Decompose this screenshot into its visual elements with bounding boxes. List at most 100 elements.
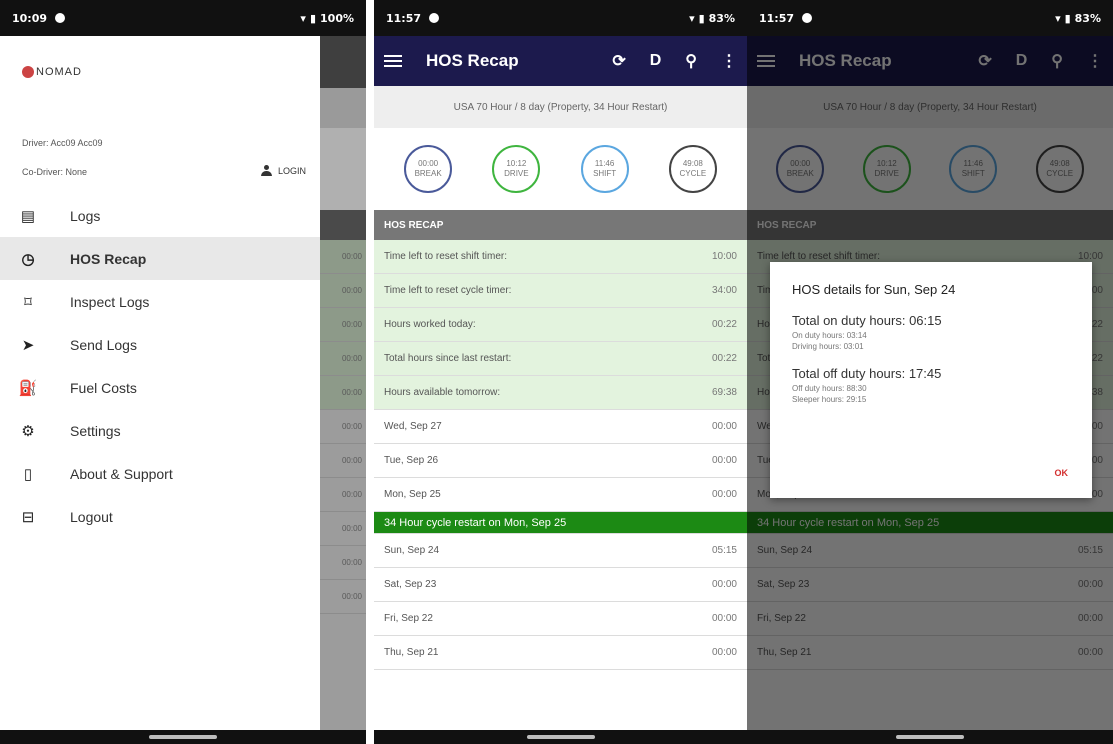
menu-item-label: Fuel Costs [70,379,137,396]
cycle-gauge[interactable]: 49:08 CYCLE [668,145,717,193]
ok-button[interactable]: OK [1055,468,1069,478]
hamburger-menu-icon[interactable] [384,55,402,67]
menu-item-label: Logout [70,508,113,525]
hos-gauges: 00:00BREAK 10:12DRIVE 11:46SHIFT 49:08CY… [374,128,747,210]
day-label: Thu, Sep 21 [384,647,439,658]
recap-row: Time left to reset shift timer: 10:00 [374,240,747,274]
menu-item-label: Logs [70,207,101,224]
menu-item-fuel-costs[interactable]: ⛽ Fuel Costs [0,366,320,409]
recap-list: Time left to reset shift timer: 10:00 Tim… [374,240,747,670]
notification-icon [429,13,440,23]
list-icon: ▤ [20,207,36,225]
battery-level: 100% [320,11,354,25]
day-row[interactable]: Thu, Sep 21 00:00 [374,636,747,670]
row-value: 10:00 [711,251,737,262]
total-on-duty: Total on duty hours: 06:15 [792,313,942,328]
gauge-label: CYCLE [679,169,707,178]
gauge-value: 11:46 [594,159,615,168]
notification-icon [802,13,813,23]
recap-row: Hours worked today: 00:22 [374,308,747,342]
gauge-value: 49:08 [682,159,703,168]
day-row[interactable]: Tue, Sep 26 00:00 [374,444,747,478]
row-label: Hours worked today: [384,319,476,330]
status-bar: 11:57 ▾ ▮ 83% [747,0,1113,36]
gear-icon: ⚙ [21,422,35,440]
menu-item-label: Settings [70,422,121,439]
navigation-drawer: NOMAD Driver: Acc09 Acc09 Co-Driver: Non… [0,36,320,730]
notification-icon [55,13,66,23]
person-icon [260,165,272,176]
battery-icon: ▮ [309,11,317,25]
logo-text: NOMAD [36,66,82,78]
duty-status-button[interactable]: D [650,52,662,70]
day-row[interactable]: Sun, Sep 24 05:15 [374,534,747,568]
off-duty-hours: Off duty hours: 88:30 [792,384,867,393]
location-pin-icon[interactable]: ⚲ [685,51,697,71]
shift-gauge[interactable]: 11:46 SHIFT [580,145,629,193]
total-off-duty: Total off duty hours: 17:45 [792,366,942,381]
gauge-label: SHIFT [593,169,617,178]
day-row[interactable]: Mon, Sep 25 00:00 [374,478,747,512]
day-row[interactable]: Fri, Sep 22 00:00 [374,602,747,636]
dialog-title: HOS details for Sun, Sep 24 [792,282,956,297]
sleeper-hours: Sleeper hours: 29:15 [792,395,867,404]
wifi-icon: ▾ [1055,11,1061,25]
row-label: Time left to reset shift timer: [384,251,507,262]
logout-icon: ⊟ [21,508,35,526]
day-value: 00:00 [711,455,737,466]
day-label: Wed, Sep 27 [384,421,442,432]
day-row[interactable]: Wed, Sep 27 00:00 [374,410,747,444]
home-gesture-pill[interactable] [149,735,217,739]
menu-item-label: Inspect Logs [70,293,150,310]
driver-label: Driver: Acc09 Acc09 [22,138,103,148]
menu-item-inspect-logs[interactable]: ⌑ Inspect Logs [0,280,320,323]
row-label: Time left to reset cycle timer: [384,285,512,296]
row-label: Hours available tomorrow: [384,387,501,398]
hos-details-dialog: HOS details for Sun, Sep 24 Total on dut… [770,262,1092,498]
home-gesture-pill[interactable] [526,735,595,739]
recap-row: Hours available tomorrow: 69:38 [374,376,747,410]
menu-item-label: About & Support [70,465,173,482]
app-bar: HOS Recap ⟳ D ⚲ ⋮ [374,36,747,86]
day-value: 00:00 [711,647,737,658]
menu-item-about-support[interactable]: ▯ About & Support [0,452,320,495]
drawer-menu: ▤ Logs ◷ HOS Recap ⌑ Inspect Logs ➤ Send Log… [0,194,320,538]
menu-item-hos-recap[interactable]: ◷ HOS Recap [0,237,320,280]
status-time: 10:09 [12,11,48,25]
gauge-label: BREAK [414,169,442,178]
inspect-icon: ⌑ [24,293,32,311]
row-value: 34:00 [711,285,737,296]
break-gauge[interactable]: 00:00 BREAK [404,145,453,193]
menu-item-settings[interactable]: ⚙ Settings [0,409,320,452]
day-row[interactable]: Sat, Sep 23 00:00 [374,568,747,602]
phone-screen-drawer: 10:09 ▾ ▮ 100% 00:00 00:00 00:00 00:00 00:… [0,0,366,744]
phone-screen-hos-recap: 11:57 ▾ ▮ 83% HOS Recap ⟳ D ⚲ ⋮ USA 70 Hou… [374,0,747,744]
menu-item-logs[interactable]: ▤ Logs [0,194,320,237]
drive-gauge[interactable]: 10:12 DRIVE [492,145,541,193]
overflow-menu-icon[interactable]: ⋮ [721,51,737,71]
system-nav-bar [0,730,366,744]
status-time: 11:57 [386,11,422,25]
sync-icon[interactable]: ⟳ [612,51,625,71]
battery-icon: ▮ [698,11,705,25]
recap-row: Total hours since last restart: 00:22 [374,342,747,376]
menu-item-send-logs[interactable]: ➤ Send Logs [0,323,320,366]
day-label: Sat, Sep 23 [384,579,437,590]
gauge-value: 00:00 [418,159,439,168]
home-gesture-pill[interactable] [896,735,964,739]
day-label: Fri, Sep 22 [384,613,433,624]
on-duty-hours: On duty hours: 03:14 [792,331,867,340]
driving-hours: Driving hours: 03:01 [792,342,864,351]
cycle-restart-banner: 34 Hour cycle restart on Mon, Sep 25 [374,512,747,534]
login-button[interactable]: LOGIN [260,165,306,176]
day-value: 05:15 [711,545,737,556]
recap-row: Time left to reset cycle timer: 34:00 [374,274,747,308]
wifi-icon: ▾ [689,11,695,25]
row-value: 69:38 [711,387,737,398]
menu-item-logout[interactable]: ⊟ Logout [0,495,320,538]
day-value: 00:00 [711,421,737,432]
system-nav-bar [747,730,1113,744]
alarm-clock-icon: ◷ [21,250,35,268]
day-value: 00:00 [711,613,737,624]
day-label: Mon, Sep 25 [384,489,441,500]
